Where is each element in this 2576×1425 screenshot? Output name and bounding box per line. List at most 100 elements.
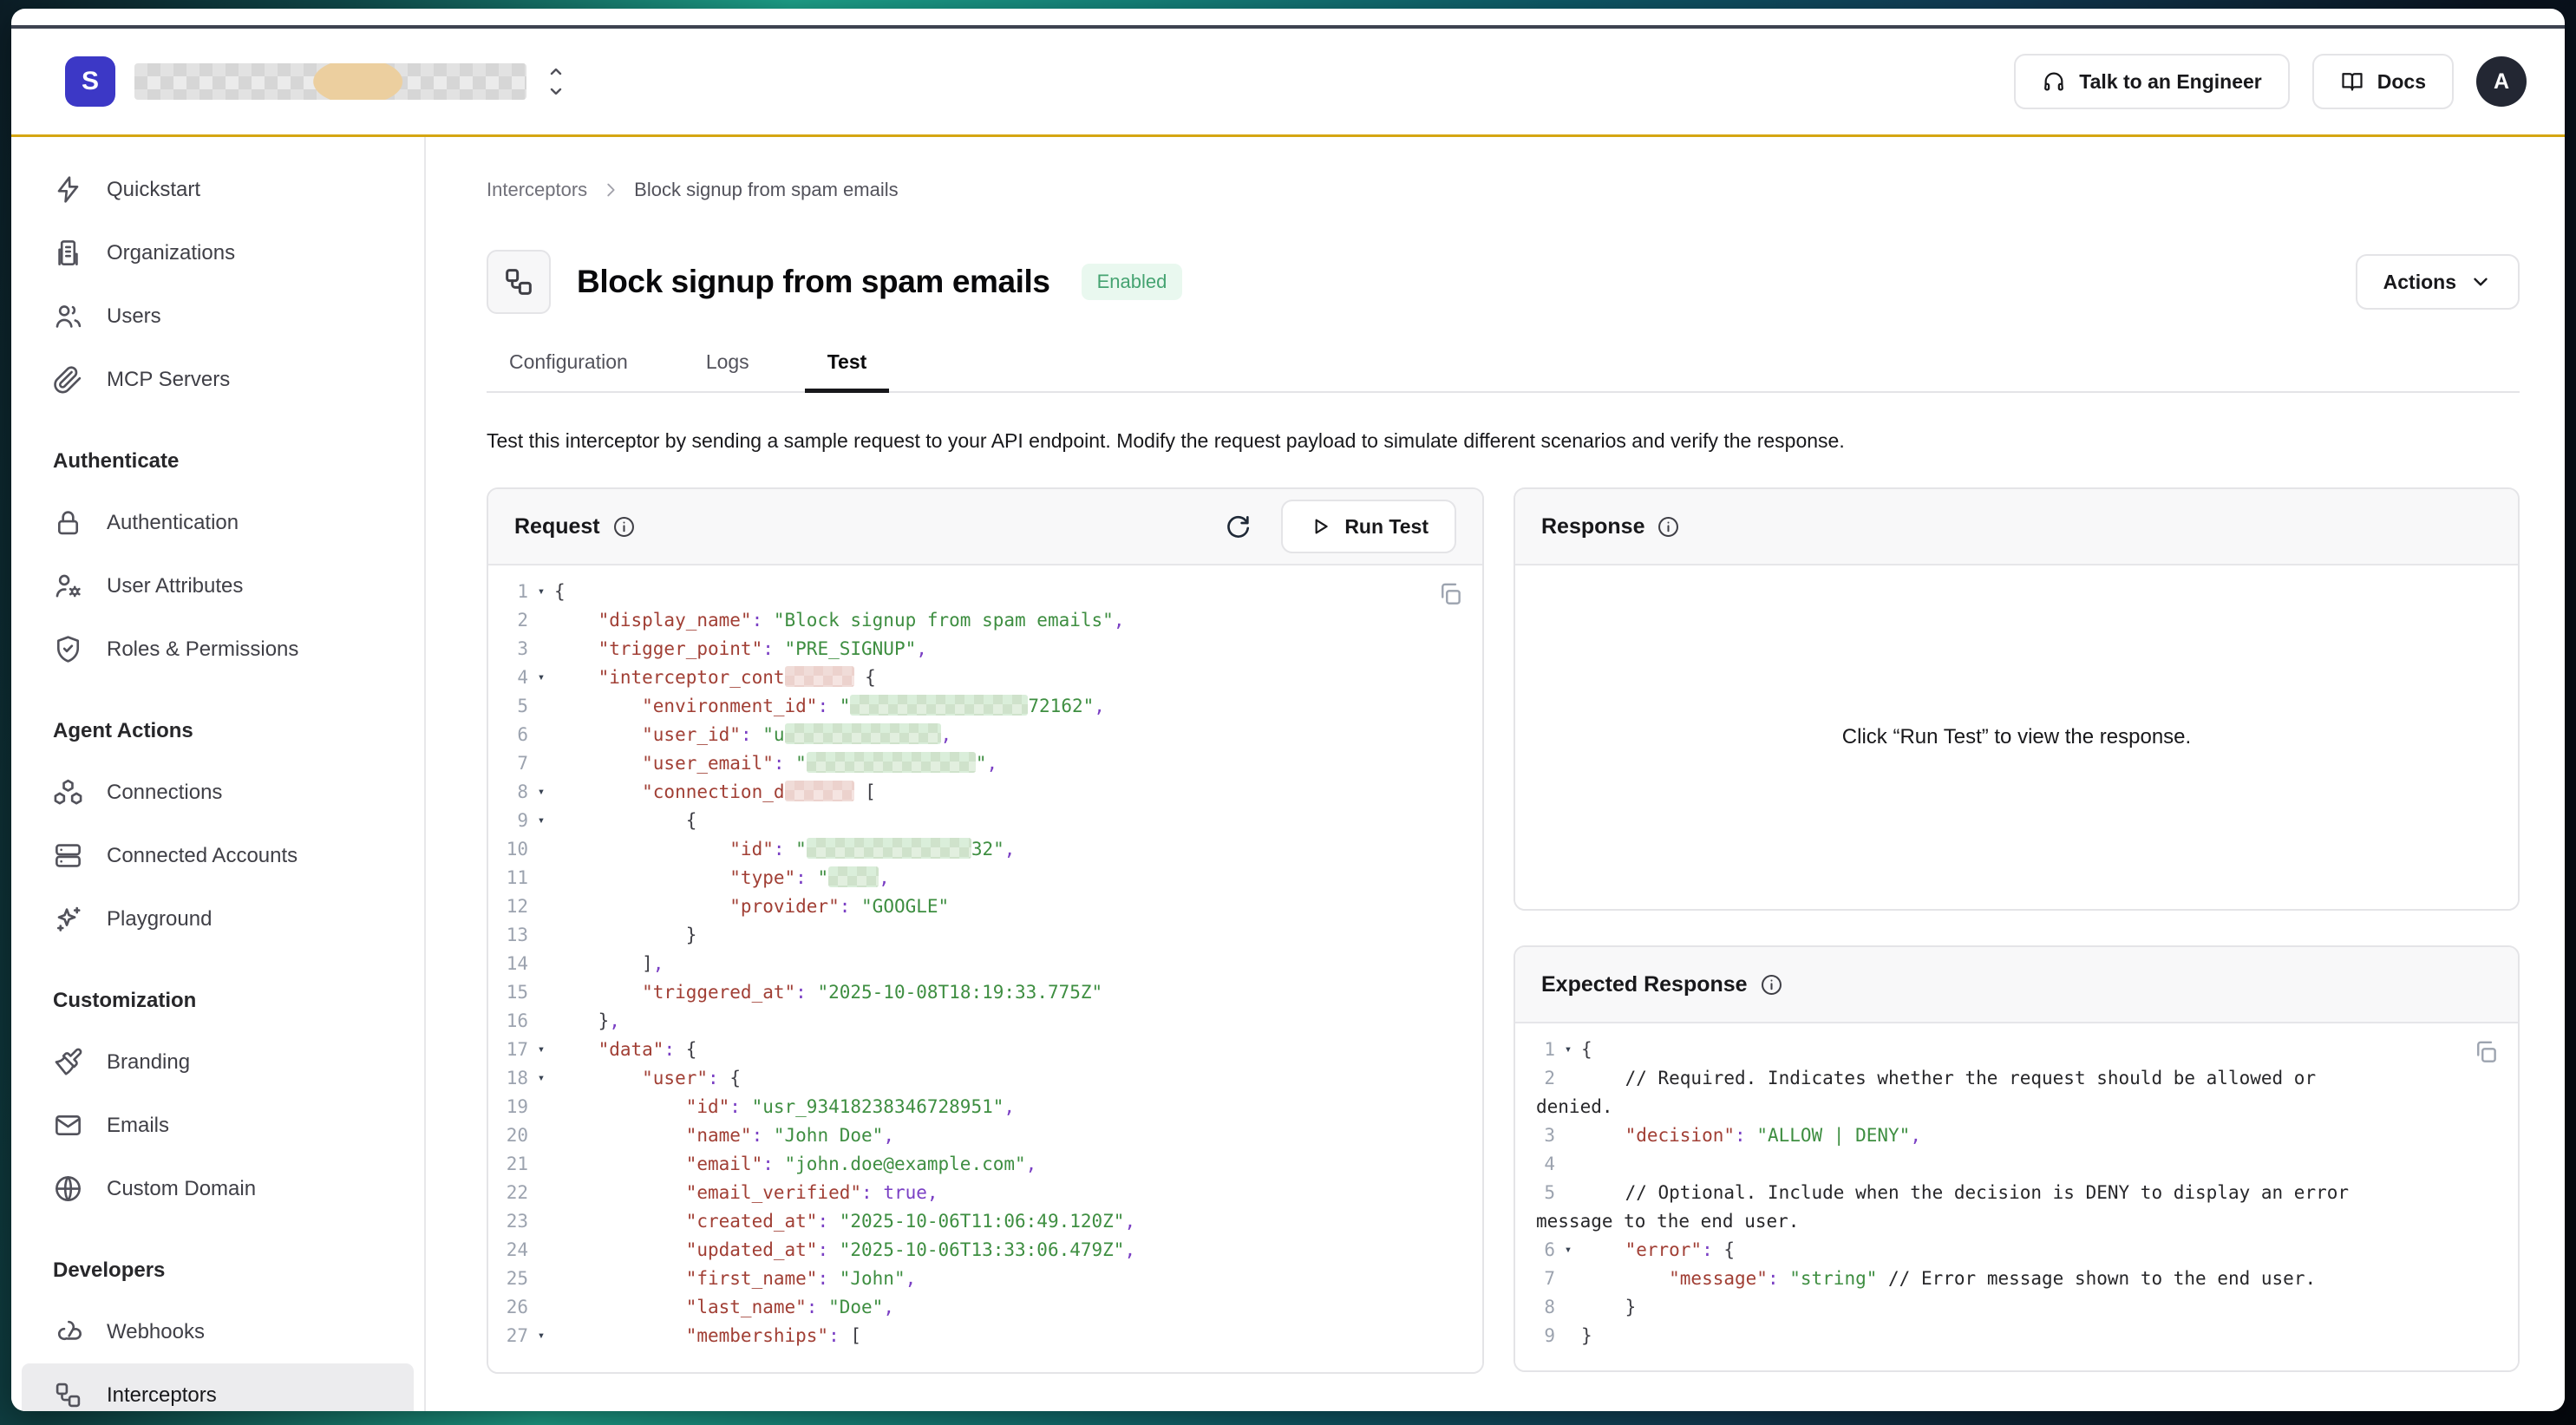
- sidebar-item-roles-permissions[interactable]: Roles & Permissions: [22, 618, 414, 681]
- docs-button[interactable]: Docs: [2312, 54, 2454, 109]
- copy-icon[interactable]: [1437, 581, 1463, 607]
- sidebar-item-users[interactable]: Users: [22, 284, 414, 348]
- sidebar-item-mcp-servers[interactable]: MCP Servers: [22, 348, 414, 411]
- sidebar-item-interceptors[interactable]: Interceptors: [22, 1363, 414, 1411]
- fold-arrow-icon[interactable]: ▾: [1555, 1036, 1581, 1064]
- info-icon[interactable]: [612, 515, 636, 539]
- info-icon[interactable]: [1760, 973, 1783, 997]
- code-content: "interceptor_cont {: [554, 663, 1482, 692]
- code-content: denied.: [1536, 1093, 2518, 1121]
- code-content: "name": "John Doe",: [554, 1121, 1482, 1150]
- sidebar-item-branding[interactable]: Branding: [22, 1030, 414, 1094]
- code-line: 2 "display_name": "Block signup from spa…: [488, 606, 1482, 635]
- tabs: Configuration Logs Test: [487, 337, 2520, 393]
- sidebar-item-webhooks[interactable]: Webhooks: [22, 1300, 414, 1363]
- breadcrumb-interceptors-link[interactable]: Interceptors: [487, 179, 587, 201]
- right-column: Response Click “Run Test” to view the re…: [1514, 487, 2520, 1372]
- code-content: "provider": "GOOGLE": [554, 892, 1482, 921]
- run-test-button[interactable]: Run Test: [1281, 500, 1456, 553]
- line-number: 22: [488, 1179, 528, 1207]
- fold-gutter: [528, 892, 554, 921]
- fold-arrow-icon[interactable]: ▾: [528, 578, 554, 606]
- copy-icon[interactable]: [2473, 1039, 2499, 1065]
- fold-arrow-icon[interactable]: ▾: [1555, 1236, 1581, 1265]
- user-avatar[interactable]: A: [2476, 56, 2527, 107]
- fold-arrow-icon[interactable]: ▾: [528, 1064, 554, 1093]
- line-number: 9: [1515, 1322, 1555, 1350]
- fold-arrow-icon[interactable]: ▾: [528, 663, 554, 692]
- talk-to-engineer-button[interactable]: Talk to an Engineer: [2014, 54, 2289, 109]
- code-content: "message": "string" // Error message sho…: [1581, 1265, 2518, 1293]
- sidebar-item-emails[interactable]: Emails: [22, 1094, 414, 1157]
- request-panel-title: Request: [514, 514, 636, 539]
- fold-arrow-icon[interactable]: ▾: [528, 807, 554, 835]
- fold-gutter: [528, 1007, 554, 1036]
- code-line: 6 "user_id": "u,: [488, 721, 1482, 749]
- sidebar-item-organizations[interactable]: Organizations: [22, 221, 414, 284]
- line-number: 3: [488, 635, 528, 663]
- line-number: 11: [488, 864, 528, 892]
- tab-logs[interactable]: Logs: [683, 337, 772, 391]
- sidebar-item-user-attributes[interactable]: User Attributes: [22, 554, 414, 618]
- code-content: "email_verified": true,: [554, 1179, 1482, 1207]
- sidebar-item-label: User Attributes: [107, 574, 243, 598]
- sidebar: QuickstartOrganizationsUsersMCP Servers A…: [11, 137, 426, 1411]
- fold-arrow-icon[interactable]: ▾: [528, 1322, 554, 1350]
- fold-gutter: [1555, 1064, 1581, 1093]
- code-line: 5 // Optional. Include when the decision…: [1515, 1179, 2518, 1207]
- lock-icon: [53, 507, 83, 538]
- code-content: "data": {: [554, 1036, 1482, 1064]
- fold-arrow-icon[interactable]: ▾: [528, 778, 554, 807]
- expected-code-viewer[interactable]: 1▾{2 // Required. Indicates whether the …: [1515, 1023, 2518, 1370]
- code-content: }: [554, 921, 1482, 950]
- sidebar-item-label: Connections: [107, 781, 222, 805]
- breadcrumb: Interceptors Block signup from spam emai…: [487, 179, 2520, 201]
- sidebar-item-playground[interactable]: Playground: [22, 887, 414, 951]
- line-number: 16: [488, 1007, 528, 1036]
- book-open-icon: [2340, 69, 2364, 94]
- request-panel-header: Request: [488, 489, 1482, 565]
- fold-gutter: [1555, 1322, 1581, 1350]
- line-number: 26: [488, 1293, 528, 1322]
- sidebar-item-connections[interactable]: Connections: [22, 761, 414, 824]
- tab-configuration[interactable]: Configuration: [487, 337, 651, 391]
- expected-response-panel: Expected Response 1▾{2 // Required. Indi…: [1514, 945, 2520, 1372]
- code-content: {: [554, 578, 1482, 606]
- code-content: "id": "usr_93418238346728951",: [554, 1093, 1482, 1121]
- code-content: },: [554, 1007, 1482, 1036]
- refresh-icon: [1224, 513, 1252, 540]
- fold-gutter: [528, 1236, 554, 1265]
- reset-request-button[interactable]: [1224, 513, 1252, 540]
- redacted-value: [785, 781, 854, 801]
- workspace-switcher[interactable]: S: [65, 56, 566, 107]
- code-content: "updated_at": "2025-10-06T13:33:06.479Z"…: [554, 1236, 1482, 1265]
- sidebar-item-authentication[interactable]: Authentication: [22, 491, 414, 554]
- actions-button[interactable]: Actions: [2356, 254, 2520, 310]
- user-cog-icon: [53, 571, 83, 601]
- line-number: 4: [1515, 1150, 1555, 1179]
- chevron-right-icon: [601, 180, 620, 199]
- line-number: 6: [1515, 1236, 1555, 1265]
- code-line: 17▾ "data": {: [488, 1036, 1482, 1064]
- line-number: 27: [488, 1322, 528, 1350]
- line-number: 19: [488, 1093, 528, 1121]
- tab-test[interactable]: Test: [805, 337, 890, 391]
- sidebar-item-custom-domain[interactable]: Custom Domain: [22, 1157, 414, 1220]
- fold-arrow-icon[interactable]: ▾: [528, 1036, 554, 1064]
- sidebar-item-quickstart[interactable]: Quickstart: [22, 158, 414, 221]
- request-code-editor[interactable]: 1▾{2 "display_name": "Block signup from …: [488, 565, 1482, 1372]
- code-content: "last_name": "Doe",: [554, 1293, 1482, 1322]
- line-number: 5: [1515, 1179, 1555, 1207]
- sidebar-item-connected-accounts[interactable]: Connected Accounts: [22, 824, 414, 887]
- brush-icon: [53, 1047, 83, 1077]
- sidebar-item-label: Custom Domain: [107, 1177, 256, 1201]
- fold-gutter: [528, 635, 554, 663]
- code-content: "user_id": "u,: [554, 721, 1482, 749]
- code-line: 26 "last_name": "Doe",: [488, 1293, 1482, 1322]
- line-number: 23: [488, 1207, 528, 1236]
- app-window: S Talk to an Engineer Docs A: [11, 9, 2565, 1411]
- info-icon[interactable]: [1657, 515, 1680, 539]
- code-content: "environment_id": "72162",: [554, 692, 1482, 721]
- line-number: 18: [488, 1064, 528, 1093]
- code-line: 3 "trigger_point": "PRE_SIGNUP",: [488, 635, 1482, 663]
